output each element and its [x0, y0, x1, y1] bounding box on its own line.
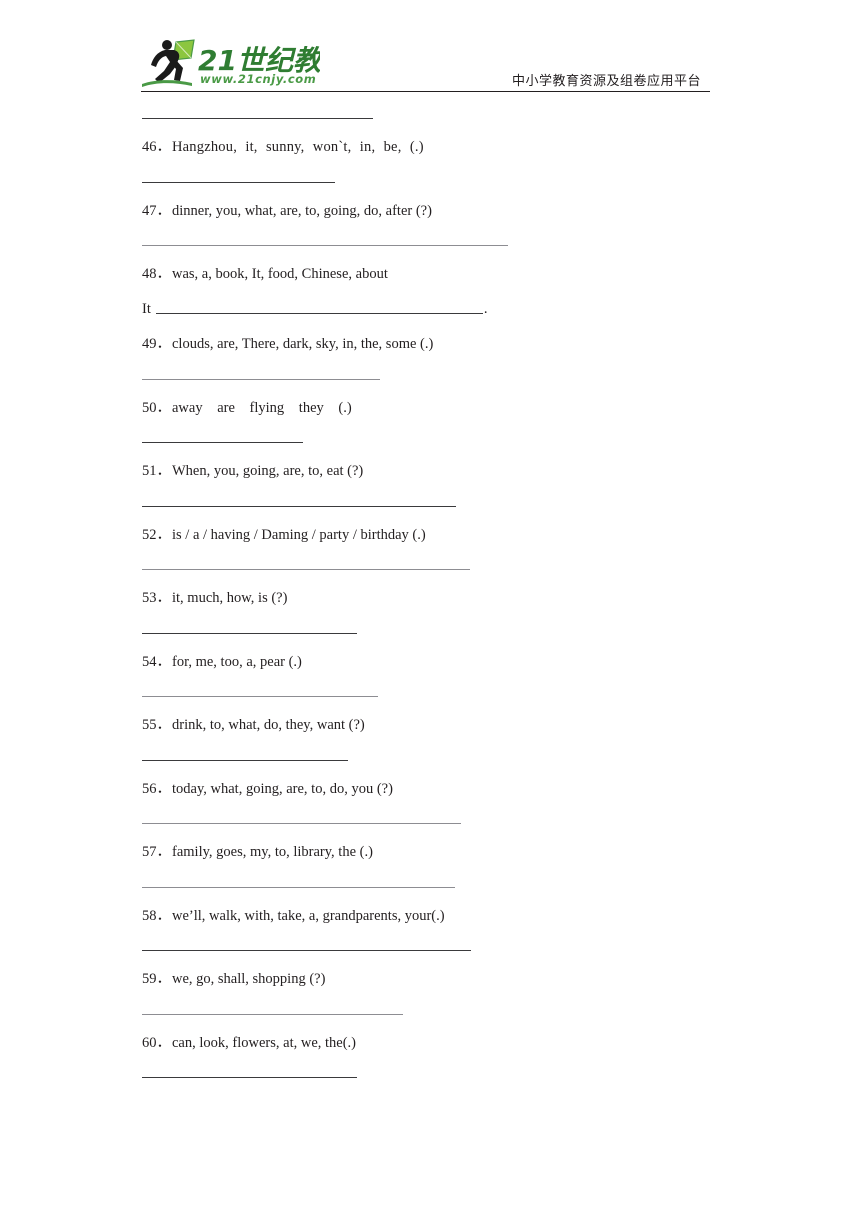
- answer-blank-line[interactable]: [155, 313, 483, 314]
- question-text: for, me, too, a, pear (.): [172, 653, 302, 670]
- question-number: 51．: [142, 463, 171, 479]
- logo-url-text: www.21cnjy.com: [200, 72, 316, 86]
- answer-blank-line[interactable]: [142, 245, 508, 246]
- answer-blank-line[interactable]: [142, 950, 471, 951]
- question-text: today, what, going, are, to, do, you (?): [172, 780, 393, 797]
- answer-blank-line[interactable]: [142, 569, 470, 570]
- answer-suffix-punctuation: .: [483, 300, 488, 317]
- question-row: 50．away are flying they (.): [142, 399, 860, 416]
- question-row: 59．we, go, shall, shopping (?): [142, 972, 860, 987]
- answer-blank-line[interactable]: [142, 632, 357, 634]
- question-row: 57．family, goes, my, to, library, the (.…: [142, 845, 860, 860]
- page-header: 21世纪教育 www.21cnjy.com 中小学教育资源及组卷应用平台: [0, 0, 860, 96]
- question-number: 55．: [142, 717, 171, 733]
- question-number: 49．: [142, 336, 171, 352]
- answer-prefix-label: It: [142, 300, 151, 317]
- question-text: When, you, going, are, to, eat (?): [172, 463, 364, 479]
- question-text: family, goes, my, to, library, the (.): [172, 844, 373, 860]
- question-number: 58．: [142, 907, 171, 924]
- question-number: 59．: [142, 971, 171, 987]
- question-text: is / a / having / Daming / party / birth…: [172, 526, 426, 543]
- question-row: 46．Hangzhou, it, sunny, won`t, in, be, (…: [142, 140, 860, 155]
- question-text: clouds, are, There, dark, sky, in, the, …: [172, 336, 434, 352]
- answer-blank-line[interactable]: [142, 823, 461, 824]
- answer-blank-line[interactable]: [142, 118, 373, 119]
- answer-blank-line[interactable]: [142, 696, 378, 697]
- question-row: 47．dinner, you, what, are, to, going, do…: [142, 202, 860, 219]
- answer-blank-line[interactable]: [142, 378, 380, 380]
- question-number: 46．: [142, 139, 171, 155]
- question-number: 54．: [142, 653, 171, 670]
- answer-blank-line[interactable]: [142, 886, 455, 888]
- question-text: dinner, you, what, are, to, going, do, a…: [172, 202, 432, 219]
- answer-blank-line[interactable]: [142, 759, 348, 761]
- question-row: 53．it, much, how, is (?): [142, 591, 860, 606]
- logo-graphic: 21世纪教育 www.21cnjy.com: [142, 39, 320, 87]
- question-row: 49．clouds, are, There, dark, sky, in, th…: [142, 337, 860, 352]
- answer-blank-line[interactable]: [142, 1077, 357, 1078]
- question-text: was, a, book, It, food, Chinese, about: [172, 266, 388, 282]
- header-tagline: 中小学教育资源及组卷应用平台: [512, 74, 702, 89]
- question-number: 50．: [142, 399, 171, 416]
- question-row: 52．is / a / having / Daming / party / bi…: [142, 526, 860, 543]
- answer-blank-line[interactable]: [142, 442, 303, 443]
- question-row: 58．we’ll, walk, with, take, a, grandpare…: [142, 907, 860, 924]
- question-text: can, look, flowers, at, we, the(.): [172, 1034, 357, 1051]
- question-text: it, much, how, is (?): [172, 590, 288, 606]
- question-row: 60．can, look, flowers, at, we, the(.): [142, 1034, 860, 1051]
- header-divider: [141, 91, 710, 92]
- answer-row-with-prefix[interactable]: It.: [142, 300, 860, 317]
- question-number: 60．: [142, 1034, 171, 1051]
- question-text: away are flying they (.): [172, 399, 352, 416]
- question-row: 48．was, a, book, It, food, Chinese, abou…: [142, 267, 860, 282]
- question-number: 48．: [142, 266, 171, 282]
- question-text: drink, to, what, do, they, want (?): [172, 717, 365, 733]
- answer-blank-line[interactable]: [142, 1013, 403, 1015]
- question-number: 53．: [142, 590, 171, 606]
- question-text: Hangzhou, it, sunny, won`t, in, be, (.): [172, 139, 424, 155]
- question-row: 55．drink, to, what, do, they, want (?): [142, 718, 860, 733]
- question-row: 54．for, me, too, a, pear (.): [142, 653, 860, 670]
- question-number: 52．: [142, 526, 171, 543]
- question-text: we, go, shall, shopping (?): [172, 971, 326, 987]
- question-list: 46．Hangzhou, it, sunny, won`t, in, be, (…: [0, 118, 860, 1078]
- exercise-sheet: 46．Hangzhou, it, sunny, won`t, in, be, (…: [0, 96, 860, 1078]
- question-row: 51．When, you, going, are, to, eat (?): [142, 464, 860, 479]
- site-logo: 21世纪教育 www.21cnjy.com: [140, 38, 320, 90]
- question-row: 56．today, what, going, are, to, do, you …: [142, 780, 860, 797]
- answer-blank-line[interactable]: [142, 505, 456, 507]
- question-number: 57．: [142, 844, 171, 860]
- question-number: 47．: [142, 202, 171, 219]
- answer-blank-line[interactable]: [142, 181, 335, 183]
- question-number: 56．: [142, 780, 171, 797]
- question-text: we’ll, walk, with, take, a, grandparents…: [172, 907, 445, 924]
